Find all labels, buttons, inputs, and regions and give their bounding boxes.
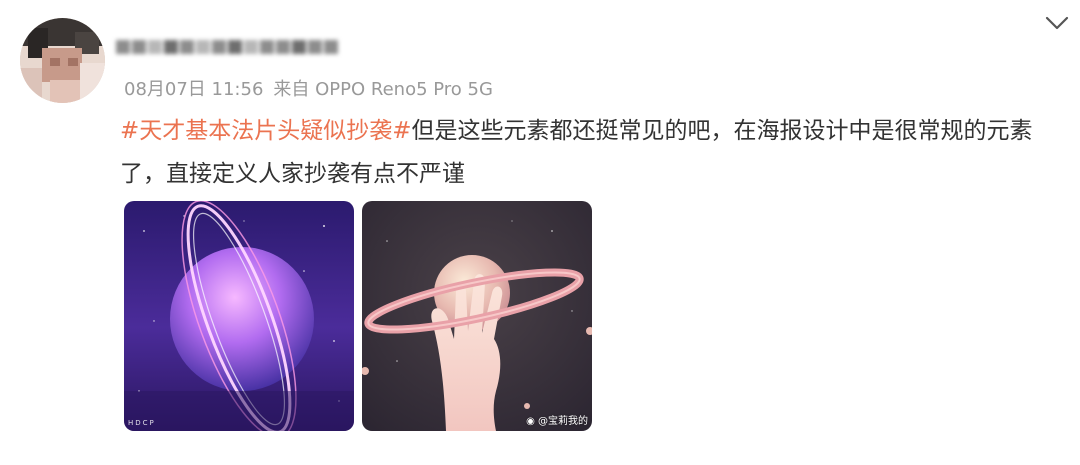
image-watermark: ◉ @宝莉我的 [526,412,588,427]
weibo-logo-icon: ◉ [526,416,535,427]
hashtag-link[interactable]: #天才基本法片头疑似抄袭# [120,118,412,144]
user-avatar[interactable] [20,18,105,103]
image-corner-text: HDCP [128,419,156,427]
post-time[interactable]: 08月07日 11:56 [124,79,263,100]
weibo-post: 08月07日 11:56 来自 OPPO Reno5 Pro 5G #天才基本法片… [0,0,1080,465]
watermark-text: @宝莉我的 [538,416,588,427]
username-blurred[interactable] [116,34,346,64]
post-text: #天才基本法片头疑似抄袭#但是这些元素都还挺常见的吧，在海报设计中是很常规的元素… [120,110,1065,196]
post-image-2[interactable]: ◉ @宝莉我的 [362,201,592,431]
image-grid: HDCP ◉ @宝莉我的 [124,201,594,431]
post-meta: 08月07日 11:56 来自 OPPO Reno5 Pro 5G [124,76,493,104]
post-image-1[interactable]: HDCP [124,201,354,431]
chevron-down-icon[interactable] [1043,12,1071,34]
post-source: 来自 OPPO Reno5 Pro 5G [273,79,493,100]
